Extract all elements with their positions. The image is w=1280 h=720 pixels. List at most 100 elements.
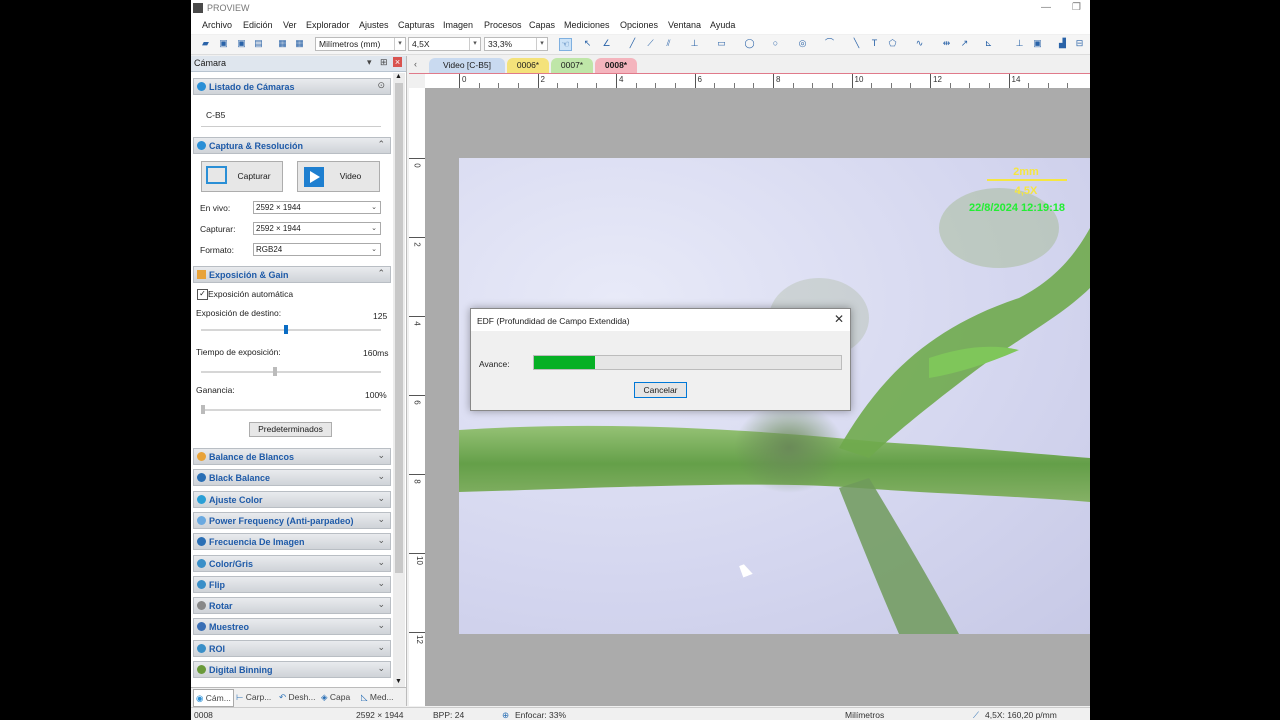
progress-fill (534, 356, 596, 369)
tab-0008[interactable]: 0008* (595, 58, 637, 73)
capture-resolution-select[interactable]: 2592 × 1944 ⌄ (253, 222, 381, 235)
section-rotar[interactable]: Rotar ⌄ (193, 597, 391, 615)
minimize-button[interactable]: — (1041, 2, 1051, 13)
camera-list-item[interactable]: C-B5 (206, 110, 225, 120)
arrow-tool-icon[interactable]: ↗ (959, 38, 970, 49)
zoom-select[interactable]: 33,3% ▾ (484, 37, 548, 51)
tab-carpetas[interactable]: ⊢ Carp... (236, 689, 271, 705)
exposure-time-slider[interactable] (201, 367, 381, 376)
section-ajuste-color[interactable]: Ajuste Color ⌄ (193, 490, 391, 508)
capture-button[interactable]: Capturar (201, 161, 283, 192)
panel-close-icon[interactable]: × (393, 57, 402, 67)
format-select[interactable]: RGB24 ⌄ (253, 243, 381, 256)
panel-dropdown-icon[interactable]: ▾ (367, 57, 372, 68)
measurement-icon[interactable]: ⊾ (983, 38, 994, 49)
scroll-up-icon[interactable]: ▲ (395, 73, 402, 80)
section-balance-de-blancos[interactable]: Balance de Blancos ⌄ (193, 448, 391, 465)
tabs-scroll-left-icon[interactable]: ‹ (414, 59, 417, 69)
target-exposure-slider[interactable] (201, 325, 381, 334)
freehand-tool-icon[interactable]: ∿ (914, 38, 925, 49)
print-icon[interactable]: ▤ (253, 38, 264, 49)
menu-ventana[interactable]: Ventana (668, 20, 701, 30)
layer-icon[interactable]: ▣ (1032, 38, 1043, 49)
ruler-minor-tick (576, 83, 578, 88)
menu-ver[interactable]: Ver (283, 20, 297, 30)
circle-tool-icon[interactable]: ○ (770, 38, 781, 49)
auto-exposure-checkbox[interactable]: ✓ (197, 289, 208, 300)
panel-pin-icon[interactable]: ⊞ (380, 57, 388, 68)
maximize-button[interactable]: ❐ (1072, 2, 1081, 13)
tab-0007[interactable]: 0007* (551, 58, 593, 73)
scroll-thumb[interactable] (395, 83, 403, 573)
arc-tool-icon[interactable]: ⌒ (824, 38, 835, 49)
tab-mediciones[interactable]: ◺ Med... (361, 689, 394, 705)
scroll-down-icon[interactable]: ▼ (395, 678, 402, 685)
menu-edicion[interactable]: Edición (243, 20, 273, 30)
line-tool-icon[interactable]: ╱ (627, 38, 638, 49)
panel-scrollbar[interactable]: ▲ ▼ (393, 73, 405, 688)
slider-thumb[interactable] (201, 405, 205, 414)
curve-tool-icon[interactable]: ╲ (851, 38, 862, 49)
settings-icon[interactable]: ⊟ (1074, 38, 1085, 49)
export-icon[interactable]: ▟ (1057, 38, 1068, 49)
tab-camara[interactable]: ◉ Cám... (193, 689, 234, 707)
section-black-balance[interactable]: Black Balance ⌄ (193, 469, 391, 487)
section-roi[interactable]: ROI ⌄ (193, 639, 391, 657)
tab-deshacer[interactable]: ↶ Desh... (279, 689, 315, 705)
save-icon[interactable]: ▣ (218, 38, 229, 49)
slider-thumb[interactable] (273, 367, 278, 376)
section-frecuencia-de-imagen[interactable]: Frecuencia De Imagen ⌄ (193, 533, 391, 551)
slider-thumb[interactable] (283, 325, 288, 334)
text-tool-icon[interactable]: T (869, 38, 880, 49)
scale-bar-icon[interactable]: ⇹ (941, 38, 952, 49)
section-muestreo[interactable]: Muestreo ⌄ (193, 618, 391, 636)
section-flip[interactable]: Flip ⌄ (193, 575, 391, 593)
live-resolution-select[interactable]: 2592 × 1944 ⌄ (253, 201, 381, 214)
cancel-button[interactable]: Cancelar (634, 382, 687, 398)
menu-ajustes[interactable]: Ajustes (359, 20, 389, 30)
defaults-button[interactable]: Predeterminados (249, 422, 332, 437)
section-color-gris[interactable]: Color/Gris ⌄ (193, 554, 391, 572)
section-power-frequency-anti-parpadeo[interactable]: Power Frequency (Anti-parpadeo) ⌄ (193, 511, 391, 529)
tab-video[interactable]: Video [C-B5] (429, 58, 505, 73)
pan-hand-icon[interactable]: ☜ (559, 38, 572, 51)
gain-slider[interactable] (201, 405, 381, 414)
menu-imagen[interactable]: Imagen (443, 20, 473, 30)
perpendicular-tool-icon[interactable]: ⊥ (689, 38, 700, 49)
rectangle-tool-icon[interactable]: ▭ (716, 38, 727, 49)
section-capture[interactable]: Captura & Resolución ⌃ (193, 137, 391, 154)
video-button[interactable]: Video (297, 161, 380, 192)
section-digital-binning[interactable]: Digital Binning ⌄ (193, 661, 391, 678)
calibration-icon[interactable]: ⊥ (1014, 38, 1025, 49)
save-as-icon[interactable]: ▣ (236, 38, 247, 49)
tab-capa[interactable]: ◈ Capa (321, 689, 350, 705)
menu-capturas[interactable]: Capturas (398, 20, 435, 30)
menu-ayuda[interactable]: Ayuda (710, 20, 735, 30)
close-icon[interactable]: ✕ (834, 312, 844, 326)
section-camera-list[interactable]: Listado de Cámaras ⊙ (193, 78, 391, 95)
section-exposure[interactable]: Exposición & Gain ⌃ (193, 266, 391, 283)
annulus-tool-icon[interactable]: ◎ (797, 38, 808, 49)
menu-opciones[interactable]: Opciones (620, 20, 658, 30)
polyline-tool-icon[interactable]: ⟋ (645, 38, 656, 49)
polygon-tool-icon[interactable]: ⬠ (887, 38, 898, 49)
menu-explorador[interactable]: Explorador (306, 20, 350, 30)
unit-select[interactable]: Milímetros (mm) ▾ (315, 37, 406, 51)
menu-archivo[interactable]: Archivo (202, 20, 232, 30)
browse-icon[interactable]: ▦ (277, 38, 288, 49)
menu-procesos[interactable]: Procesos (484, 20, 522, 30)
open-folder-icon[interactable]: ▰ (200, 38, 211, 49)
menu-mediciones[interactable]: Mediciones (564, 20, 610, 30)
grid-view-icon[interactable]: ▦ (294, 38, 305, 49)
parallel-tool-icon[interactable]: ⫽ (663, 38, 674, 49)
select-arrow-icon[interactable]: ↖ (582, 38, 593, 49)
chevron-down-icon: ⌄ (377, 492, 385, 503)
ruler-label: 2 (412, 242, 422, 247)
menu-capas[interactable]: Capas (529, 20, 555, 30)
tab-0006[interactable]: 0006* (507, 58, 549, 73)
ellipse-tool-icon[interactable]: ◯ (744, 38, 755, 49)
angle-tool-icon[interactable]: ∠ (601, 38, 612, 49)
ruler-label: 0 (462, 75, 467, 84)
ruler-label: 12 (933, 75, 942, 84)
magnification-select[interactable]: 4,5X ▾ (408, 37, 481, 51)
